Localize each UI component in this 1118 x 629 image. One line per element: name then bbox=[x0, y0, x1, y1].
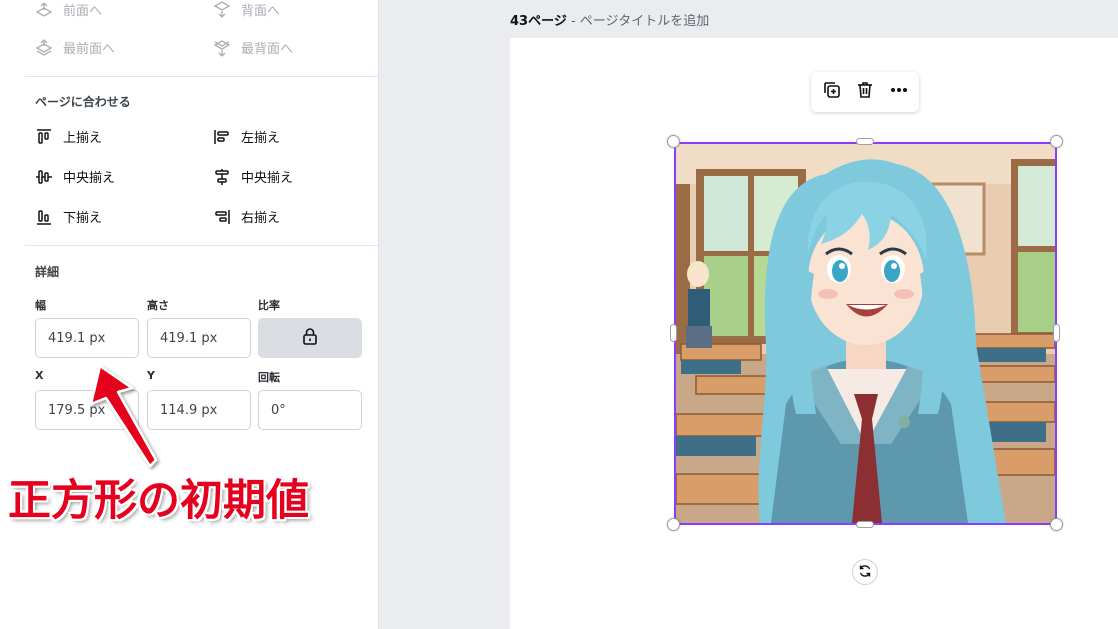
resize-handle-right[interactable] bbox=[1053, 324, 1060, 342]
align-left-button[interactable]: 左揃え bbox=[213, 127, 280, 146]
width-field[interactable]: 419.1 px bbox=[35, 318, 139, 358]
height-label: 高さ bbox=[147, 299, 169, 312]
element-toolbar bbox=[811, 72, 919, 112]
bring-forward-label: 前面へ bbox=[63, 4, 103, 19]
resize-handle-top-right[interactable] bbox=[1050, 135, 1063, 148]
bring-forward-icon bbox=[35, 1, 53, 19]
page-title[interactable]: 43ページ - ページタイトルを追加 bbox=[510, 10, 709, 29]
align-left-icon bbox=[213, 128, 231, 146]
align-right-button[interactable]: 右揃え bbox=[213, 207, 280, 226]
more-button[interactable] bbox=[886, 79, 912, 105]
resize-handle-top-left[interactable] bbox=[667, 135, 680, 148]
send-to-back-icon bbox=[213, 39, 231, 57]
duplicate-icon bbox=[822, 80, 842, 104]
more-icon bbox=[889, 80, 909, 104]
page-title-placeholder: - ページタイトルを追加 bbox=[566, 14, 710, 29]
height-field[interactable]: 419.1 px bbox=[147, 318, 251, 358]
rotate-icon bbox=[858, 563, 872, 582]
send-backward-button[interactable]: 背面へ bbox=[213, 0, 280, 19]
bring-to-front-label: 最前面へ bbox=[63, 42, 116, 57]
align-section-title: ページに合わせる bbox=[35, 95, 131, 109]
align-center-label: 中央揃え bbox=[241, 171, 294, 186]
x-label: X bbox=[35, 369, 44, 382]
trash-icon bbox=[855, 80, 875, 104]
send-to-back-button[interactable]: 最背面へ bbox=[213, 38, 293, 57]
bring-to-front-icon bbox=[35, 38, 53, 57]
send-to-back-label: 最背面へ bbox=[241, 42, 294, 57]
align-center-icon bbox=[213, 168, 231, 186]
align-bottom-label: 下揃え bbox=[63, 211, 103, 226]
resize-handle-bottom-left[interactable] bbox=[667, 518, 680, 531]
width-label: 幅 bbox=[35, 299, 46, 312]
align-top-button[interactable]: 上揃え bbox=[35, 127, 102, 146]
align-top-icon bbox=[35, 128, 53, 146]
divider bbox=[25, 245, 378, 246]
align-middle-icon bbox=[35, 168, 53, 186]
align-top-label: 上揃え bbox=[63, 131, 103, 146]
send-backward-label: 背面へ bbox=[241, 4, 281, 19]
bring-to-front-button[interactable]: 最前面へ bbox=[35, 38, 115, 57]
divider bbox=[25, 76, 378, 77]
resize-handle-left[interactable] bbox=[670, 324, 677, 342]
lock-icon bbox=[302, 327, 318, 349]
align-bottom-icon bbox=[35, 208, 53, 226]
rotation-field[interactable]: 0° bbox=[258, 390, 362, 430]
resize-handle-bottom-right[interactable] bbox=[1050, 518, 1063, 531]
ratio-label: 比率 bbox=[258, 299, 280, 312]
align-right-label: 右揃え bbox=[241, 211, 281, 226]
resize-handle-top[interactable] bbox=[856, 138, 874, 145]
page-number: 43ページ bbox=[510, 14, 567, 29]
align-right-icon bbox=[213, 208, 231, 226]
rotate-button[interactable] bbox=[852, 559, 878, 585]
annotation-label: 正方形の初期値 bbox=[8, 476, 309, 526]
align-left-label: 左揃え bbox=[241, 131, 281, 146]
rotation-label: 回転 bbox=[258, 371, 280, 384]
align-middle-button[interactable]: 中央揃え bbox=[35, 167, 115, 186]
position-panel: 前面へ 背面へ 最前面へ 最背面へ ページに合わせる 上揃え 左揃え 中央揃え … bbox=[0, 0, 379, 629]
align-middle-label: 中央揃え bbox=[63, 171, 116, 186]
duplicate-button[interactable] bbox=[819, 79, 845, 105]
resize-handle-bottom[interactable] bbox=[856, 521, 874, 528]
align-center-button[interactable]: 中央揃え bbox=[213, 167, 293, 186]
send-backward-icon bbox=[213, 0, 231, 19]
align-bottom-button[interactable]: 下揃え bbox=[35, 207, 102, 226]
bring-forward-button[interactable]: 前面へ bbox=[35, 0, 102, 19]
annotation-arrow-icon bbox=[89, 364, 158, 468]
anime-girl-classroom-image bbox=[676, 144, 1055, 523]
details-section-title: 詳細 bbox=[35, 265, 60, 279]
lock-ratio-button[interactable] bbox=[258, 318, 362, 358]
selected-image[interactable] bbox=[674, 142, 1057, 525]
delete-button[interactable] bbox=[852, 79, 878, 105]
